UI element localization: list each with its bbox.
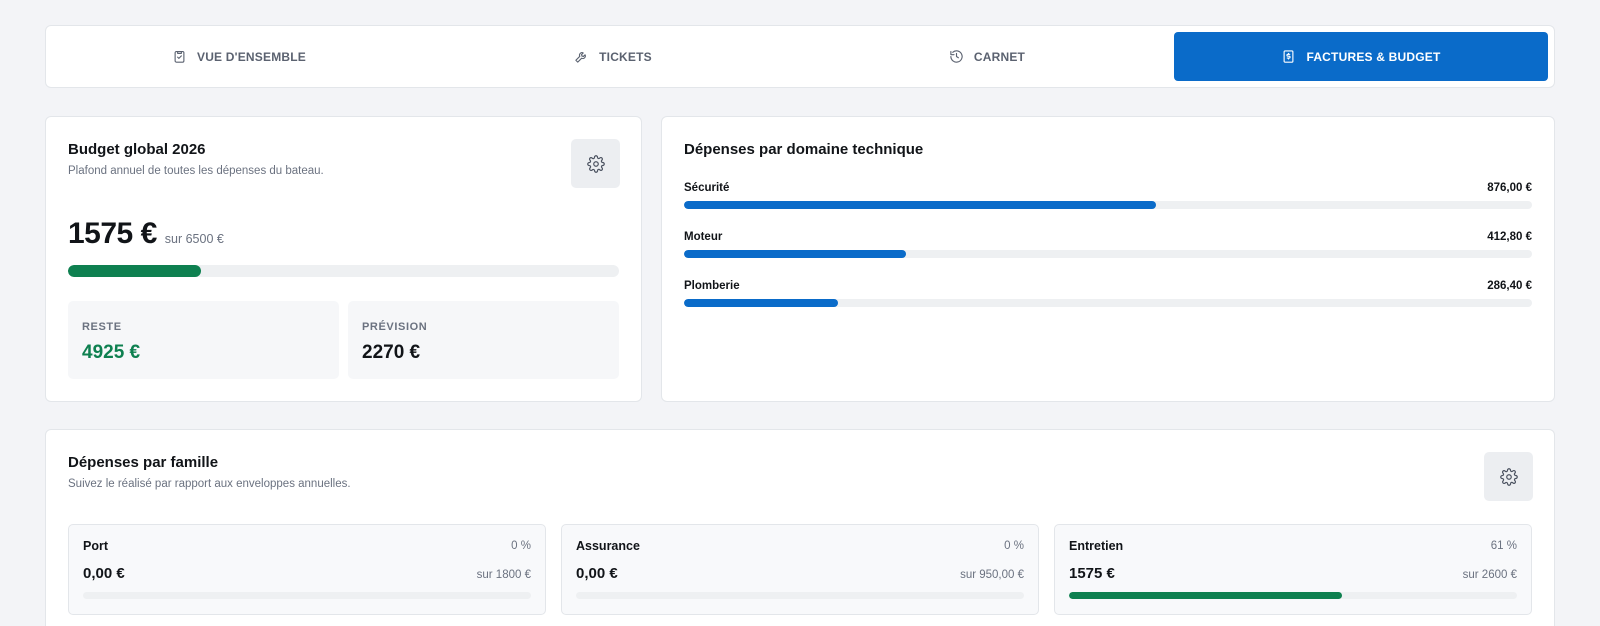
tab-label: TICKETS	[599, 49, 652, 64]
domain-row: Sécurité 876,00 €	[684, 182, 1532, 209]
families-card: Dépenses par famille Suivez le réalisé p…	[45, 429, 1555, 626]
family-card-assurance[interactable]: Assurance 0 % 0,00 € sur 950,00 €	[561, 524, 1039, 615]
tab-label: VUE D'ENSEMBLE	[196, 49, 306, 64]
family-amount: 0,00 €	[83, 565, 125, 582]
budget-amount-line: 1575 € sur 6500 €	[68, 217, 224, 251]
gear-icon	[586, 154, 605, 173]
domain-row: Plomberie 286,40 €	[684, 280, 1532, 307]
budget-progress-bar	[68, 265, 619, 277]
wrench-icon	[575, 52, 587, 63]
budget-card: Budget global 2026 Plafond annuel de tou…	[45, 116, 642, 402]
domain-progress-bar	[684, 201, 1532, 209]
family-amount: 0,00 €	[576, 565, 618, 582]
budget-spent-amount: 1575 €	[68, 217, 157, 250]
domain-row: Moteur 412,80 €	[684, 231, 1532, 258]
families-settings-button[interactable]	[1484, 452, 1533, 501]
budget-title: Budget global 2026	[68, 141, 206, 158]
tab-carnet[interactable]: CARNET	[800, 32, 1174, 81]
tab-tickets[interactable]: TICKETS	[426, 32, 800, 81]
domain-progress-bar	[684, 250, 1532, 258]
family-progress-bar	[83, 592, 531, 599]
tab-vue-ensemble[interactable]: VUE D'ENSEMBLE	[52, 32, 426, 81]
budget-progress-fill	[68, 265, 202, 277]
gear-icon	[1499, 467, 1518, 486]
domains-title: Dépenses par domaine technique	[684, 141, 924, 158]
invoice-dollar-icon	[1284, 50, 1294, 63]
tab-bar: VUE D'ENSEMBLE TICKETS CARNET FACTURES &…	[45, 25, 1555, 88]
clipboard-check-icon	[174, 50, 185, 63]
domain-progress-fill	[684, 299, 839, 307]
family-name: Entretien	[1069, 539, 1124, 553]
families-title: Dépenses par famille	[68, 454, 219, 471]
family-envelope: sur 950,00 €	[960, 569, 1024, 581]
forecast-value: 2270 €	[362, 342, 421, 363]
family-progress-fill	[1069, 592, 1343, 599]
family-progress-bar	[1069, 592, 1517, 599]
family-envelope: sur 2600 €	[1462, 569, 1517, 581]
domain-progress-bar	[684, 299, 1532, 307]
budget-settings-button[interactable]	[571, 139, 620, 188]
tab-label: FACTURES & BUDGET	[1306, 49, 1441, 64]
forecast-box: PRÉVISION 2270 €	[348, 301, 619, 379]
remaining-value: 4925 €	[82, 342, 141, 363]
domain-progress-fill	[684, 201, 1157, 209]
family-percent: 0 %	[511, 540, 531, 552]
domain-label: Moteur	[684, 231, 723, 243]
family-percent: 0 %	[1004, 540, 1024, 552]
forecast-label: PRÉVISION	[362, 321, 428, 333]
remaining-box: RESTE 4925 €	[68, 301, 339, 379]
family-percent: 61 %	[1490, 540, 1517, 552]
domain-value: 412,80 €	[1487, 231, 1532, 243]
remaining-label: RESTE	[82, 321, 122, 333]
tab-label: CARNET	[973, 49, 1026, 64]
budget-subtitle: Plafond annuel de toutes les dépenses du…	[68, 165, 324, 177]
family-envelope: sur 1800 €	[476, 569, 531, 581]
domain-label: Sécurité	[684, 182, 730, 194]
family-card-port[interactable]: Port 0 % 0,00 € sur 1800 €	[68, 524, 546, 615]
domain-value: 876,00 €	[1487, 182, 1532, 194]
family-name: Port	[83, 539, 108, 553]
family-progress-bar	[576, 592, 1024, 599]
budget-total: sur 6500 €	[164, 232, 224, 246]
family-name: Assurance	[576, 539, 640, 553]
tab-factures-budget[interactable]: FACTURES & BUDGET	[1174, 32, 1548, 81]
family-amount: 1575 €	[1069, 565, 1115, 582]
domain-progress-fill	[684, 250, 907, 258]
family-card-entretien[interactable]: Entretien 61 % 1575 € sur 2600 €	[1054, 524, 1532, 615]
domain-value: 286,40 €	[1487, 280, 1532, 292]
families-subtitle: Suivez le réalisé par rapport aux envelo…	[68, 478, 351, 490]
domains-card: Dépenses par domaine technique Sécurité …	[661, 116, 1555, 402]
domain-label: Plomberie	[684, 280, 740, 292]
history-icon	[950, 50, 963, 63]
